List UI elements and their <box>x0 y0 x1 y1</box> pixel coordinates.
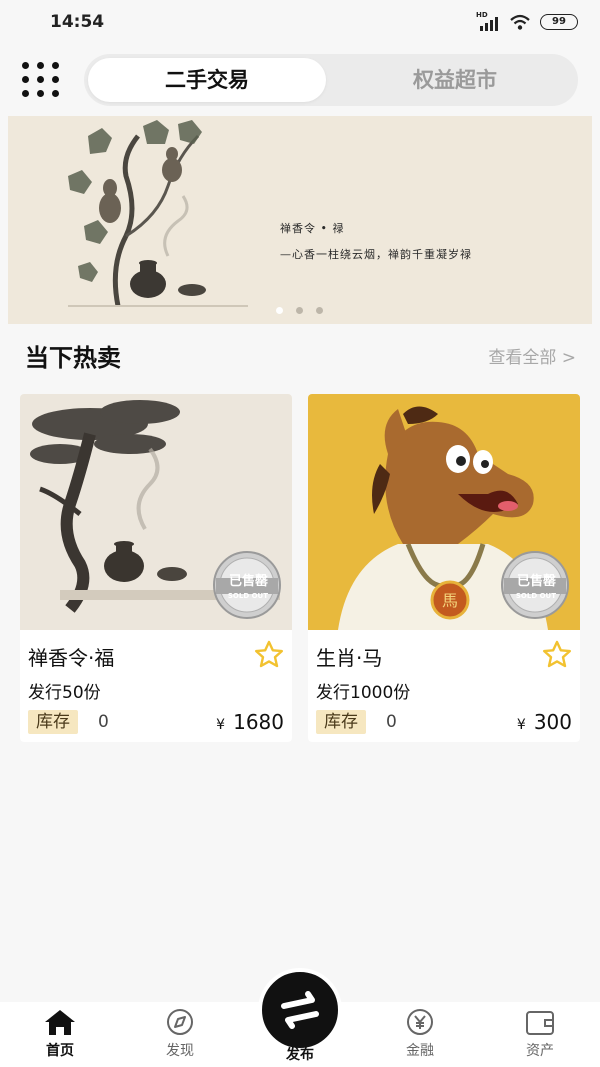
favorite-star-icon[interactable] <box>254 640 284 668</box>
nav-home[interactable]: 首页 <box>20 1008 100 1064</box>
sold-out-subtext: SOLD OUT <box>227 592 268 600</box>
nav-label: 发现 <box>166 1043 194 1059</box>
nav-label: 首页 <box>46 1043 74 1059</box>
currency-symbol: ¥ <box>216 717 226 733</box>
product-price: ¥300 <box>517 710 572 734</box>
stock-label: 库存 <box>28 710 78 734</box>
currency-symbol: ¥ <box>516 717 526 733</box>
page-dot <box>296 307 303 314</box>
product-price: ¥1680 <box>216 710 284 734</box>
nav-discover[interactable]: 发现 <box>140 1008 220 1064</box>
product-issue-count: 发行1000份 <box>316 683 411 703</box>
sold-out-subtext: SOLD OUT <box>515 592 556 600</box>
stock-value: 0 <box>98 712 109 732</box>
medal-character: 馬 <box>442 591 458 610</box>
product-card[interactable]: 已售罄 SOLD OUT 禅香令·福 发行50份 库存 0 ¥1680 <box>20 394 292 742</box>
battery-indicator: 99 <box>540 14 578 30</box>
publish-button[interactable] <box>258 968 342 1052</box>
banner-subtitle: —心香一柱绕云烟，禅韵千重凝岁禄 <box>280 248 472 261</box>
favorite-star-icon[interactable] <box>542 640 572 668</box>
tab-secondhand-trade[interactable]: 二手交易 <box>88 58 326 102</box>
price-value: 300 <box>533 710 572 734</box>
promo-banner[interactable]: 禅香令 • 禄 —心香一柱绕云烟，禅韵千重凝岁禄 <box>8 116 592 324</box>
section-title-hot-sales: 当下热卖 <box>25 344 121 372</box>
stock-label: 库存 <box>316 710 366 734</box>
status-bar: 14:54 HD 99 <box>0 0 600 46</box>
yen-circle-icon <box>407 1009 433 1035</box>
sold-out-text: 已售罄 <box>228 574 268 589</box>
status-time: 14:54 <box>50 12 105 32</box>
page-dot-active <box>276 307 283 314</box>
nav-finance[interactable]: 金融 <box>380 1008 460 1064</box>
sold-out-text: 已售罄 <box>516 574 556 589</box>
tab-rights-market[interactable]: 权益超市 <box>336 58 574 102</box>
nav-assets[interactable]: 资产 <box>500 1008 580 1064</box>
compass-icon <box>167 1009 193 1035</box>
wifi-icon <box>510 14 530 30</box>
product-image: 已售罄 SOLD OUT <box>20 394 292 630</box>
status-icons: HD 99 <box>476 11 578 32</box>
banner-title: 禅香令 • 禄 <box>280 222 345 235</box>
product-name: 禅香令·福 <box>28 646 115 670</box>
view-all-link[interactable]: 查看全部 > <box>488 343 576 368</box>
cell-signal-icon: HD <box>476 11 500 31</box>
grid-menu-icon[interactable] <box>22 62 62 98</box>
gourd-vine-illustration <box>68 120 248 307</box>
product-image: 馬 已售罄 SOLD OUT <box>308 394 580 630</box>
nav-label: 金融 <box>406 1043 434 1059</box>
swap-arrows-icon <box>281 991 319 1029</box>
product-name: 生肖·马 <box>316 646 383 670</box>
home-icon <box>45 1010 75 1035</box>
product-issue-count: 发行50份 <box>28 683 101 703</box>
banner-page-indicator <box>276 307 323 314</box>
stock-value: 0 <box>386 712 397 732</box>
nav-label: 资产 <box>526 1043 554 1059</box>
banner-text: 禅香令 • 禄 —心香一柱绕云烟，禅韵千重凝岁禄 <box>280 220 472 262</box>
price-value: 1680 <box>233 710 284 734</box>
product-card[interactable]: 馬 已售罄 SOLD OUT 生肖·马 发行1000份 库存 0 ¥300 <box>308 394 580 742</box>
wallet-icon <box>526 1011 554 1035</box>
nav-publish-label[interactable]: 发布 <box>260 1044 340 1064</box>
segmented-tabs: 二手交易 权益超市 <box>84 54 578 106</box>
header: 二手交易 权益超市 <box>0 54 600 106</box>
page-dot <box>316 307 323 314</box>
